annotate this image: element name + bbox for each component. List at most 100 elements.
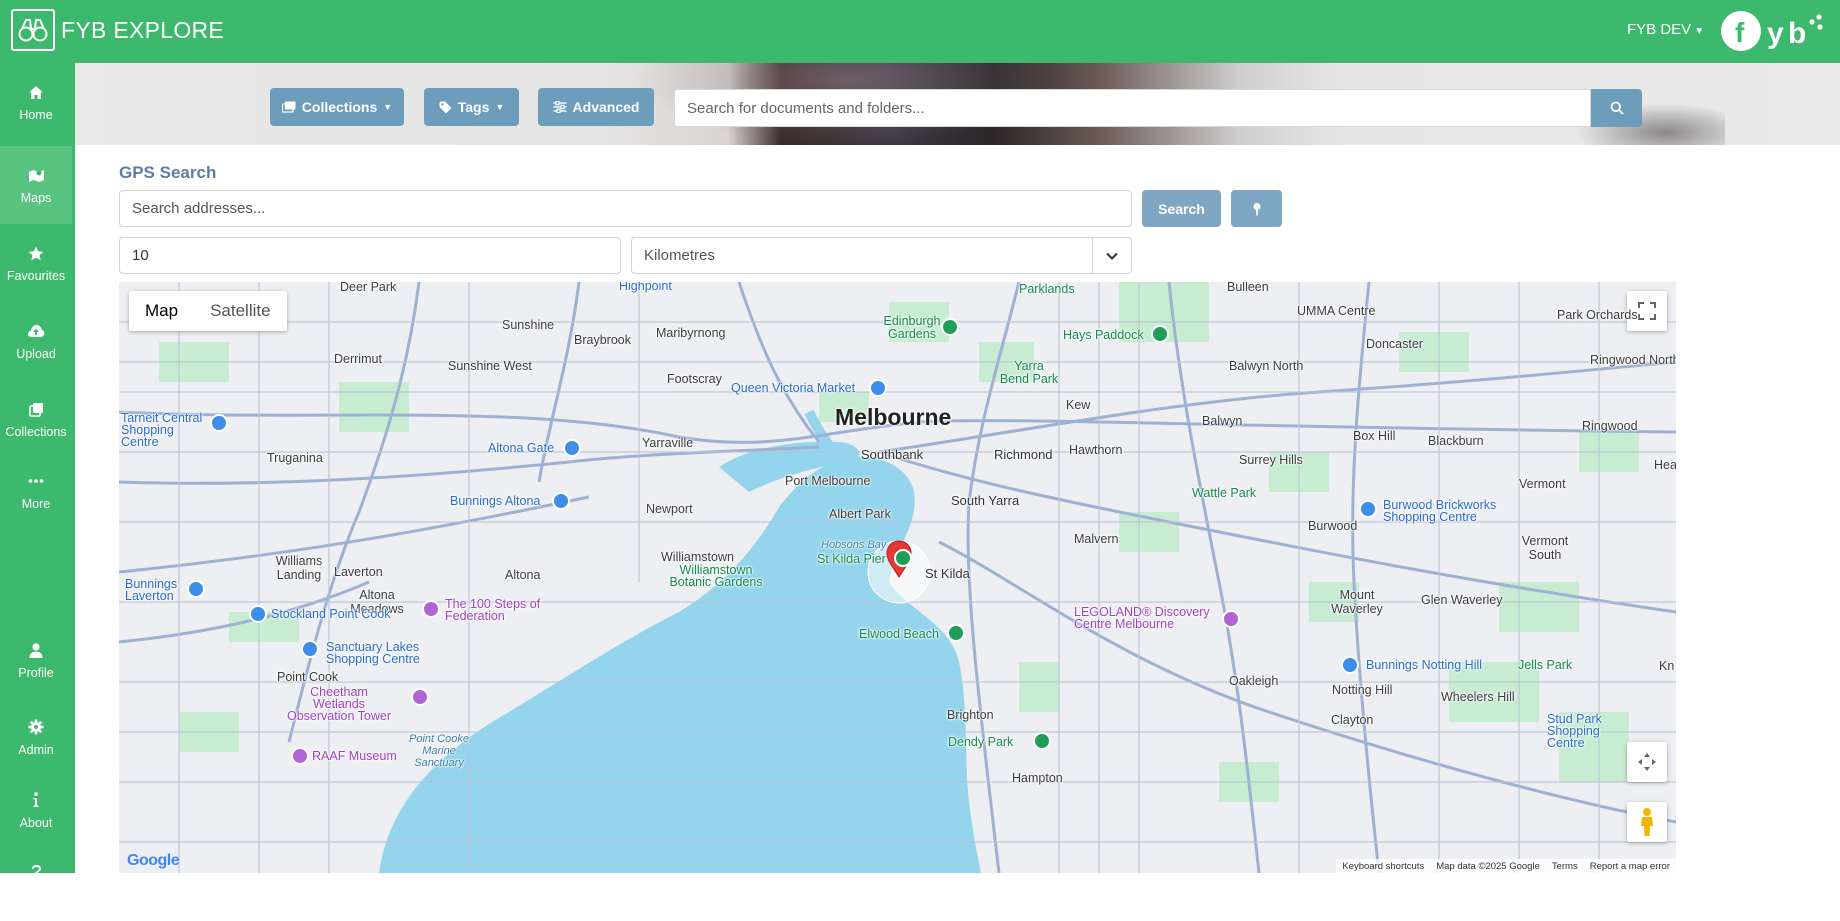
map-poi-label: Bunnings Laverton (125, 577, 178, 603)
terms-link[interactable]: Terms (1552, 861, 1578, 872)
document-search-input[interactable]: Search for documents and folders... (674, 89, 1591, 127)
map-poi-label: Dendy Park (948, 735, 1014, 749)
map-poi-label: The 100 Steps of Federation (445, 597, 541, 623)
question-icon (31, 862, 42, 882)
user-menu[interactable]: FYB DEV ▼ (1627, 21, 1704, 38)
sidebar-item-collections[interactable]: Collections (0, 380, 72, 458)
advanced-search-button[interactable]: Advanced (538, 88, 654, 126)
map-label: Deer Park (340, 282, 397, 294)
map-label: Surrey Hills (1239, 453, 1303, 467)
park-icon (941, 318, 959, 336)
map-poi-label: Bunnings Notting Hill (1366, 658, 1483, 672)
ellipsis-icon (28, 471, 44, 491)
map-label: Brighton (947, 708, 994, 722)
collections-icon (281, 101, 296, 113)
pegman-icon (1641, 808, 1653, 836)
map-label: Point Cook (277, 670, 339, 684)
unit-select[interactable]: Kilometres (631, 237, 1132, 274)
report-error-link[interactable]: Report a map error (1590, 861, 1670, 872)
document-search-button[interactable] (1591, 89, 1642, 127)
map-label: Balwyn North (1229, 359, 1304, 373)
street-view-pegman[interactable] (1627, 802, 1667, 842)
binoculars-logo-icon[interactable] (11, 9, 55, 51)
map-poi-label: RAAF Museum (312, 749, 397, 763)
radius-input[interactable]: 10 (119, 237, 621, 274)
top-bar: FYB EXPLORE FYB DEV ▼ f y b (0, 0, 1840, 63)
map-label: Sunshine West (448, 359, 532, 373)
park-icon (1151, 325, 1169, 343)
map-poi-label: Yarra Bend Park (999, 359, 1059, 386)
map-label: Maribyrnong (656, 326, 726, 340)
map-type-map-button[interactable]: Map (129, 291, 194, 331)
map-type-control: Map Satellite (129, 291, 287, 331)
map-label: Southbank (861, 447, 924, 462)
sidebar-item-upload[interactable]: Upload (0, 302, 72, 380)
sidebar-item-home[interactable]: Home (0, 63, 72, 141)
map-footer: Keyboard shortcuts Map data ©2025 Google… (1336, 859, 1676, 873)
sidebar: Home Maps Favourites Upload Collections … (0, 63, 75, 902)
gps-search-button[interactable]: Search (1142, 190, 1221, 227)
fullscreen-icon (1638, 302, 1656, 320)
tag-icon (439, 101, 452, 113)
sidebar-item-label: Profile (18, 666, 54, 680)
map-poi-label: Burwood Brickworks Shopping Centre (1383, 498, 1497, 524)
sidebar-item-help[interactable]: Help (0, 843, 72, 921)
map-label: Ringwood North (1590, 353, 1676, 367)
tags-label: Tags (457, 99, 490, 115)
map-label: Richmond (994, 447, 1053, 462)
collections-label: Collections (301, 99, 378, 115)
sliders-icon (553, 101, 567, 113)
map-label: Albert Park (829, 507, 891, 521)
map-label: Bulleen (1227, 282, 1269, 294)
tags-dropdown-button[interactable]: Tags ▼ (424, 88, 519, 126)
map-label: South Yarra (951, 493, 1020, 508)
camera-control-button[interactable] (1627, 742, 1667, 782)
map-view[interactable]: Map Satellite Melbourne Deer Park Sunshi… (119, 282, 1676, 873)
caret-down-icon: ▼ (495, 102, 505, 112)
unit-selected-value: Kilometres (644, 247, 715, 264)
attraction-icon (1222, 610, 1240, 628)
pin-icon (1253, 202, 1260, 215)
sidebar-item-label: Maps (20, 191, 52, 205)
map-poi-label: Stockland Point Cook (271, 607, 391, 621)
map-label: Hawthorn (1069, 443, 1123, 457)
fyb-logo-icon: f y b (1721, 11, 1823, 51)
address-search-input[interactable]: Search addresses... (119, 190, 1132, 227)
sidebar-item-favourites[interactable]: Favourites (0, 224, 72, 302)
gear-icon (28, 717, 44, 737)
google-logo: Google (127, 852, 180, 869)
map-poi-label: Cheetham Wetlands Observation Tower (287, 685, 391, 723)
sidebar-item-more[interactable]: More (0, 452, 72, 530)
map-label: Oakleigh (1229, 674, 1279, 688)
sidebar-item-about[interactable]: About (0, 771, 72, 849)
sidebar-item-profile[interactable]: Profile (0, 621, 72, 699)
shopping-bag-icon (1341, 656, 1359, 674)
map-label: Port Melbourne (785, 474, 871, 488)
map-poi-label: Edinburgh Gardens (883, 314, 941, 341)
sidebar-item-maps[interactable]: Maps (0, 146, 72, 224)
map-poi-label: Altona Gate (488, 441, 555, 455)
map-label: Ringwood (1582, 419, 1638, 433)
map-poi-label: Wattle Park (1192, 486, 1257, 500)
map-poi-label: Sanctuary Lakes Shopping Centre (326, 640, 420, 666)
collections-dropdown-button[interactable]: Collections ▼ (270, 88, 404, 126)
sidebar-item-label: About (19, 816, 53, 830)
map-label: Vermont (1519, 477, 1566, 491)
sidebar-item-label: Help (23, 888, 49, 902)
app-brand[interactable]: FYB EXPLORE (61, 17, 224, 44)
svg-text:y: y (1767, 17, 1784, 50)
map-label: Braybrook (574, 333, 631, 347)
map-poi-label: Highpoint (619, 282, 672, 293)
map-poi-label: Elwood Beach (859, 627, 939, 641)
map-type-satellite-button[interactable]: Satellite (194, 291, 286, 331)
shopping-bag-icon (563, 439, 581, 457)
attraction-icon (291, 747, 309, 765)
map-label: Footscray (667, 372, 722, 386)
map-data-attribution: Map data ©2025 Google (1436, 860, 1540, 872)
svg-text:b: b (1788, 17, 1806, 50)
sidebar-item-admin[interactable]: Admin (0, 698, 72, 776)
keyboard-shortcuts-link[interactable]: Keyboard shortcuts (1342, 861, 1424, 872)
info-icon (32, 790, 40, 810)
current-location-button[interactable] (1231, 190, 1282, 227)
shopping-bag-icon (1359, 500, 1377, 518)
